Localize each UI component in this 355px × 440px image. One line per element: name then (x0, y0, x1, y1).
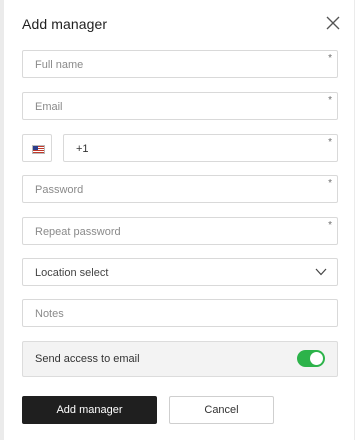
add-manager-dialog: Add manager Full name * Email * +1 * Pas… (4, 0, 354, 440)
required-mark: * (328, 137, 332, 148)
phone-input[interactable]: +1 * (63, 134, 338, 162)
full-name-input[interactable]: Full name * (22, 50, 338, 78)
chevron-down-icon (315, 268, 327, 276)
required-mark: * (328, 95, 332, 106)
repeat-password-input[interactable]: Repeat password * (22, 217, 338, 245)
phone-value: +1 (76, 143, 89, 155)
add-manager-button[interactable]: Add manager (22, 396, 157, 424)
cancel-button[interactable]: Cancel (169, 396, 274, 424)
toggle-knob (310, 352, 323, 365)
dialog-title: Add manager (22, 16, 108, 32)
notes-input[interactable]: Notes (22, 299, 338, 327)
required-mark: * (328, 220, 332, 231)
location-select[interactable]: Location select (22, 258, 338, 286)
required-mark: * (328, 178, 332, 189)
password-input[interactable]: Password * (22, 175, 338, 203)
us-flag-icon (32, 145, 45, 154)
close-icon[interactable] (324, 14, 342, 32)
location-placeholder: Location select (35, 267, 109, 279)
full-name-placeholder: Full name (35, 59, 84, 71)
required-mark: * (328, 53, 332, 64)
country-code-select[interactable] (22, 134, 52, 162)
send-access-label: Send access to email (35, 353, 140, 365)
send-access-row: Send access to email (22, 341, 338, 377)
send-access-toggle[interactable] (297, 350, 325, 367)
notes-placeholder: Notes (35, 308, 64, 320)
email-placeholder: Email (35, 101, 63, 113)
email-input[interactable]: Email * (22, 92, 338, 120)
password-placeholder: Password (35, 184, 84, 196)
repeat-password-placeholder: Repeat password (35, 226, 121, 238)
